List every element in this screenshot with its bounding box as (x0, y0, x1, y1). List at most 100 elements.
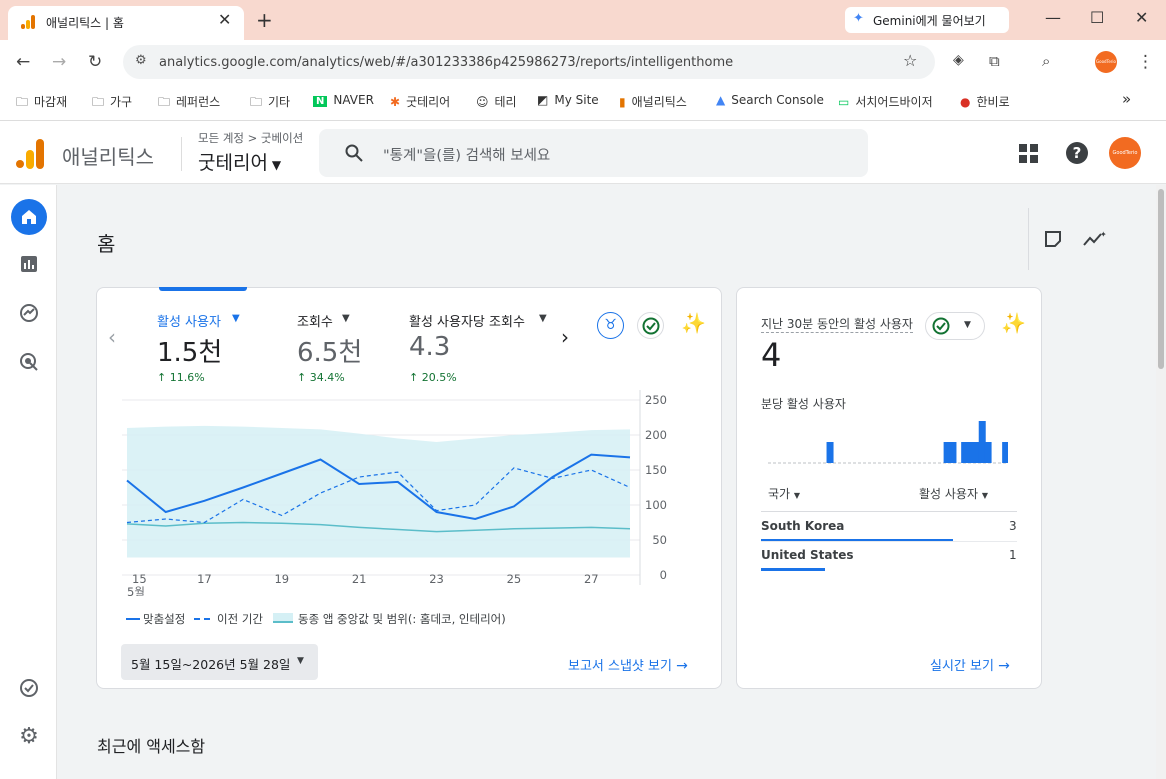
address-bar[interactable]: ⚙ analytics.google.com/analytics/web/#/a… (123, 45, 935, 79)
close-tab-icon[interactable]: ✕ (218, 10, 231, 29)
x-tick-label: 27 (584, 572, 599, 586)
svg-text:✦: ✦ (1100, 230, 1106, 239)
search-console-icon: ▲ (716, 93, 726, 107)
caret-down-icon: ▼ (297, 656, 304, 666)
bookmark-item[interactable]: ✱ 굿테리어 (390, 93, 450, 110)
x-tick-label: 25 (507, 572, 522, 586)
x-tick-label: 15 (132, 572, 147, 586)
bookmark-item[interactable]: ▲ Search Console (716, 93, 824, 107)
sparkle-insights-icon[interactable]: ✨ (1001, 311, 1026, 335)
account-breadcrumb[interactable]: 모든 계정 > 굿베이션 (198, 130, 303, 146)
realtime-quality-button[interactable]: ▼ (925, 312, 985, 340)
search-placeholder: "통계"을(를) 검색해 보세요 (383, 148, 551, 164)
more-bookmarks-icon[interactable]: » (1122, 90, 1131, 108)
maximize-icon[interactable]: ☐ (1090, 8, 1104, 27)
delta-up: ↑ 11.6% (157, 371, 205, 384)
check-circle-icon (642, 317, 660, 335)
chevron-left-icon[interactable]: ‹ (108, 325, 116, 349)
gemini-button[interactable]: ✦ Gemini에게 물어보기 (845, 7, 1009, 33)
folder-icon: 🗀 (92, 95, 105, 109)
sparkle-insights-icon[interactable]: ✨ (681, 311, 706, 335)
page-scrollbar[interactable] (1156, 185, 1166, 779)
bookmark-item[interactable]: 🗀 마감재 (16, 93, 67, 114)
nav-explore[interactable] (11, 295, 47, 331)
profile-avatar[interactable]: GoodTerio (1095, 51, 1117, 73)
chevron-right-icon[interactable]: › (561, 325, 569, 349)
account-avatar[interactable]: GoodTerio (1109, 137, 1141, 169)
analytics-icon (21, 15, 35, 29)
bookmark-item[interactable]: ☺ 테리 (476, 93, 517, 110)
site-settings-icon[interactable]: ⚙ (135, 53, 147, 68)
star-icon[interactable]: ☆ (903, 51, 917, 70)
puzzle-icon[interactable]: ⧉ (989, 52, 1000, 70)
nav-reports[interactable] (11, 246, 47, 282)
property-selector[interactable]: 굿테리어 ▼ (198, 148, 281, 175)
delta-up: ↑ 20.5% (409, 371, 457, 384)
table-divider (761, 511, 1017, 512)
arrow-right-icon: → (998, 658, 1010, 674)
bookmark-item[interactable]: 🗀 가구 (92, 93, 132, 114)
caret-down-icon: ▼ (232, 313, 240, 324)
ga-search-input[interactable]: "통계"을(를) 검색해 보세요 (319, 129, 868, 177)
left-nav: ⚙ (0, 185, 57, 779)
nav-advertising[interactable] (11, 344, 47, 380)
browser-tab-analytics[interactable]: 애널리틱스 | 홈 ✕ (8, 6, 244, 40)
bookmark-item[interactable]: N NAVER (313, 93, 374, 107)
legend-current-swatch (126, 618, 140, 620)
y-tick-label: 0 (660, 568, 667, 582)
forward-icon[interactable]: → (52, 52, 66, 72)
url-text: analytics.google.com/analytics/web/#/a30… (159, 55, 734, 70)
gear-icon: ⚙ (19, 723, 39, 749)
y-tick-label: 150 (645, 463, 667, 477)
nav-home[interactable] (11, 199, 47, 235)
users-column-header[interactable]: 활성 사용자 ▼ (919, 485, 988, 502)
scrollbar-thumb[interactable] (1158, 189, 1164, 369)
bookmark-item[interactable]: 🗀 기타 (250, 93, 290, 114)
insights-trend-icon[interactable]: ✦ (1082, 229, 1106, 249)
monitor-icon: ▭ (838, 95, 850, 109)
per-minute-label: 분당 활성 사용자 (761, 397, 846, 411)
help-icon[interactable]: ? (1066, 142, 1088, 164)
back-icon[interactable]: ← (16, 52, 30, 72)
bookmark-item[interactable]: ▮ 애널리틱스 (619, 93, 687, 110)
search-icon (345, 144, 363, 162)
country-column-header[interactable]: 국가 ▼ (768, 485, 800, 502)
y-tick-label: 50 (652, 533, 667, 547)
person-icon: ☺ (476, 95, 489, 109)
close-window-icon[interactable]: ✕ (1135, 8, 1148, 27)
explore-icon (20, 304, 38, 322)
minimize-icon[interactable]: — (1045, 8, 1061, 27)
traffic-line-chart: 250 200 150 100 50 0 15 17 19 21 23 25 27 5월 (122, 390, 667, 596)
x-tick-label: 21 (352, 572, 367, 586)
bookmark-item[interactable]: ● 한비로 (960, 93, 1010, 110)
date-range-selector[interactable]: 5월 15일~2026년 5월 28일 ▼ (121, 644, 318, 680)
bookmark-item[interactable]: ▭ 서치어드바이저 (838, 93, 933, 110)
reload-icon[interactable]: ↻ (88, 52, 102, 72)
apps-grid-icon[interactable] (1019, 144, 1038, 163)
delta-up: ↑ 34.4% (297, 371, 345, 384)
data-quality-button[interactable] (637, 312, 664, 339)
insights-note-icon[interactable] (1044, 230, 1062, 248)
view-realtime-link[interactable]: 실시간 보기 → (930, 655, 1010, 674)
minute-bar (1002, 442, 1008, 463)
tab-search-icon[interactable]: ⌕ (1042, 52, 1050, 70)
selected-metric-indicator (159, 287, 247, 291)
menu-dots-icon[interactable]: ⋮ (1137, 52, 1154, 72)
y-tick-label: 250 (645, 393, 667, 407)
ga-logo-icon (16, 139, 44, 169)
nav-configure[interactable] (11, 670, 47, 706)
benchmark-badge-icon[interactable]: ♉ (597, 312, 624, 339)
extension-icon[interactable]: ◈ (953, 52, 964, 68)
nav-admin[interactable]: ⚙ (11, 718, 47, 754)
bookmark-item[interactable]: 🗀 레퍼런스 (158, 93, 220, 114)
bar-chart-icon (21, 256, 37, 272)
bookmark-item[interactable]: ◩ My Site (537, 93, 599, 107)
browser-tab-bar: 애널리틱스 | 홈 ✕ + ✦ Gemini에게 물어보기 — ☐ ✕ (0, 0, 1166, 40)
view-snapshot-link[interactable]: 보고서 스냅샷 보기 → (568, 655, 688, 674)
page-title: 홈 (97, 232, 116, 256)
ga-header: 애널리틱스 모든 계정 > 굿베이션 굿테리어 ▼ "통계"을(를) 검색해 보세… (0, 120, 1166, 184)
folder-icon: 🗀 (158, 95, 171, 109)
bookmarks-bar: 🗀 마감재 🗀 가구 🗀 레퍼런스 🗀 기타 N NAVER ✱ 굿테리어 ☺ 테리 ◩ My … (0, 86, 1166, 120)
caret-down-icon: ▼ (342, 313, 350, 324)
new-tab-button[interactable]: + (256, 8, 273, 32)
